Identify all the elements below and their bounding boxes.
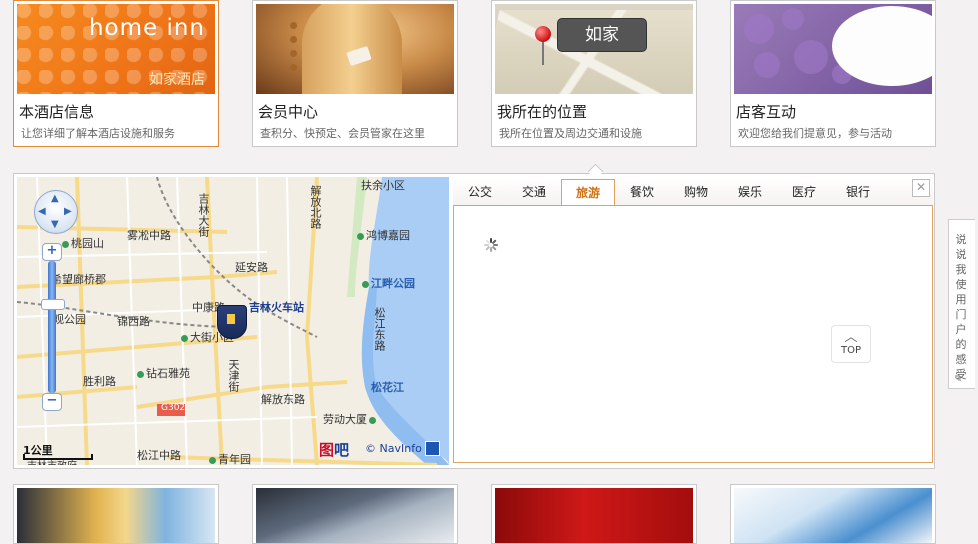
map-label: 解放北路 — [309, 185, 322, 229]
poi-icon — [137, 370, 144, 378]
map-label: 江畔公园 — [362, 275, 415, 291]
zoom-out-button[interactable]: − — [42, 393, 62, 411]
card-title: 会员中心 — [258, 103, 319, 121]
homeinn-logo: home inn — [88, 15, 205, 41]
balloon-image — [17, 488, 215, 543]
close-icon[interactable]: ✕ — [912, 179, 930, 197]
location-tag: 如家 — [557, 18, 647, 52]
map-label: 解放东路 — [261, 393, 305, 406]
card-title: 我所在的位置 — [497, 103, 588, 121]
map-label: 桃园山 — [62, 235, 104, 251]
tab-dining[interactable]: 餐饮 — [615, 178, 669, 206]
card-my-location[interactable]: 如家 我所在的位置 我所在位置及周边交通和设施 — [491, 0, 697, 147]
poi-icon — [62, 240, 69, 248]
zoom-in-button[interactable]: + — [42, 243, 62, 261]
hotel-logo-image: home inn 如家酒店 — [17, 4, 215, 94]
map-label: 松江中路 — [137, 449, 181, 462]
map-view[interactable]: 扶余小区 解放北路 吉林大街 桃园山 雾凇中路 鸿博嘉园 延安路 希望廊桥郡 江… — [17, 177, 449, 465]
map-label: 青年园 — [209, 451, 251, 465]
poi-icon — [369, 416, 376, 424]
tab-shopping[interactable]: 购物 — [669, 178, 723, 206]
map-label: 扶余小区 — [361, 179, 405, 192]
poi-icon — [209, 456, 216, 464]
tab-entertainment[interactable]: 娱乐 — [723, 178, 777, 206]
card-desc: 我所在位置及周边交通和设施 — [499, 127, 642, 140]
cards-image — [256, 488, 454, 543]
card-member-center[interactable]: 会员中心 查积分、快预定、会员管家在这里 — [252, 0, 458, 147]
map-label: 松江东路 — [373, 307, 386, 351]
map-label: 天津街 — [227, 359, 240, 392]
map-label: 胜利路 — [83, 375, 116, 388]
category-tabs: 公交 交通 旅游 餐饮 购物 娱乐 医疗 银行 — [453, 178, 933, 207]
card-bottom-2[interactable] — [252, 484, 458, 544]
map-brand-logo[interactable]: 图吧 — [319, 439, 349, 460]
back-to-top-button[interactable]: ︿ TOP — [831, 325, 871, 363]
card-title: 本酒店信息 — [19, 103, 95, 121]
map-label: 雾凇中路 — [127, 229, 171, 242]
poi-icon — [362, 280, 369, 288]
map-label-river: 松花江 — [371, 381, 404, 394]
chevron-up-icon: ︿ — [844, 330, 858, 345]
card-title: 店客互动 — [736, 103, 797, 121]
hotel-location-marker[interactable] — [217, 305, 247, 339]
map-label: 鸿博嘉园 — [357, 227, 410, 243]
card-bottom-1[interactable] — [13, 484, 219, 544]
map-label: 钻石雅苑 — [137, 365, 190, 381]
map-label: 锦西路 — [117, 315, 150, 328]
location-panel: 扶余小区 解放北路 吉林大街 桃园山 雾凇中路 鸿博嘉园 延安路 希望廊桥郡 江… — [13, 173, 935, 469]
zoom-slider[interactable]: + − — [41, 243, 65, 411]
card-desc: 让您详细了解本酒店设施和服务 — [21, 127, 175, 140]
map-scale-bar — [23, 454, 93, 460]
tab-bank[interactable]: 银行 — [831, 178, 885, 206]
highway-sign: G302 — [161, 403, 186, 413]
loading-spinner-icon — [484, 238, 498, 252]
zoom-track[interactable] — [48, 261, 56, 393]
fullscreen-icon[interactable] — [425, 441, 440, 456]
map-label-station: 吉林火车站 — [249, 301, 304, 314]
card-bottom-4[interactable] — [730, 484, 936, 544]
homeinn-cn-logo: 如家酒店 — [149, 72, 205, 88]
tab-tourism[interactable]: 旅游 — [561, 179, 615, 207]
card-desc: 查积分、快预定、会员管家在这里 — [260, 127, 425, 140]
zoom-handle[interactable] — [41, 299, 65, 310]
pan-control-icon[interactable]: ▲ ▼ ◀ ▶ — [34, 190, 78, 234]
film-image — [495, 488, 693, 543]
chat-bubble-image — [734, 4, 932, 94]
web-image — [734, 488, 932, 543]
card-guest-interaction[interactable]: 店客互动 欢迎您给我们提意见，参与活动 — [730, 0, 936, 147]
feedback-label: 说说我使用门户的感受 — [955, 233, 967, 381]
map-label: 劳动大厦 — [323, 411, 378, 427]
navinfo-copyright[interactable]: © NavInfo — [365, 442, 422, 455]
poi-icon — [181, 334, 188, 342]
tab-bus[interactable]: 公交 — [453, 178, 507, 206]
member-image — [256, 4, 454, 94]
card-bottom-3[interactable] — [491, 484, 697, 544]
tab-traffic[interactable]: 交通 — [507, 178, 561, 206]
tab-medical[interactable]: 医疗 — [777, 178, 831, 206]
map-label: 吉林大街 — [197, 193, 210, 237]
poi-icon — [357, 232, 364, 240]
edit-icon: ✎ — [954, 374, 963, 385]
card-hotel-info[interactable]: home inn 如家酒店 本酒店信息 让您详细了解本酒店设施和服务 — [13, 0, 219, 147]
map-label: 延安路 — [235, 261, 268, 274]
card-desc: 欢迎您给我们提意见，参与活动 — [738, 127, 892, 140]
map-pin-icon — [535, 26, 551, 42]
back-to-top-label: TOP — [840, 345, 861, 356]
location-map-image: 如家 — [495, 4, 693, 94]
feedback-tab[interactable]: 说说我使用门户的感受 ✎ — [948, 219, 975, 389]
